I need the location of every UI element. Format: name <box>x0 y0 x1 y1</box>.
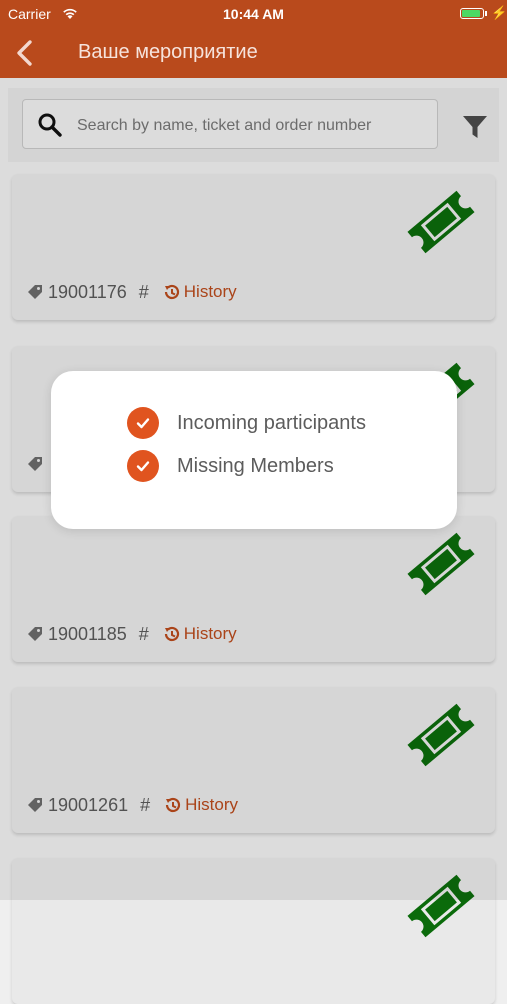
charging-icon: ⚡ <box>491 5 507 20</box>
back-icon[interactable] <box>10 36 40 70</box>
option-label: Incoming participants <box>177 411 366 434</box>
status-bar: Carrier 10:44 AM ⚡ <box>0 0 507 28</box>
check-icon[interactable] <box>127 407 159 439</box>
page-title: Ваше мероприятие <box>78 41 258 63</box>
clock: 10:44 AM <box>223 6 284 22</box>
check-icon[interactable] <box>127 450 159 482</box>
nav-bar: Ваше мероприятие <box>0 28 507 78</box>
battery-icon <box>460 8 484 19</box>
filter-dialog: Incoming participants Missing Members <box>51 371 457 529</box>
option-missing-members[interactable]: Missing Members <box>127 450 334 482</box>
option-incoming-participants[interactable]: Incoming participants <box>127 407 366 439</box>
battery-cap <box>485 11 487 16</box>
option-label: Missing Members <box>177 454 334 477</box>
